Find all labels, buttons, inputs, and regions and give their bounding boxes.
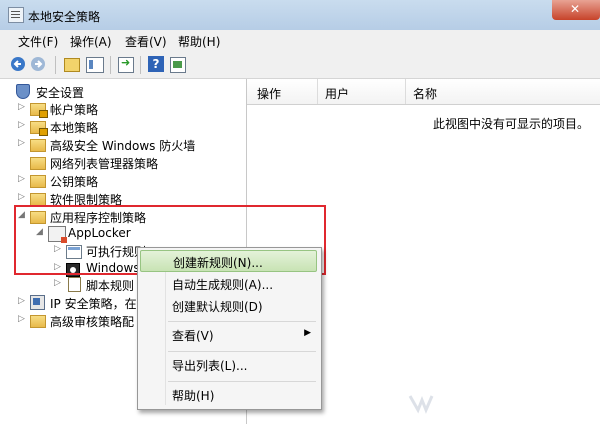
menu-separator — [168, 351, 316, 352]
security-policy-app-icon — [8, 7, 24, 23]
security-settings-icon — [16, 84, 30, 99]
submenu-arrow-icon: ▶ — [304, 328, 311, 338]
forward-arrow-icon[interactable] — [30, 56, 46, 72]
menu-help[interactable]: 帮助(H) — [178, 33, 220, 50]
script-rules-icon — [68, 277, 81, 292]
ip-security-icon — [30, 295, 45, 310]
expand-arrow-icon[interactable]: ▷ — [18, 138, 28, 148]
up-folder-icon[interactable] — [64, 58, 80, 72]
window-title: 本地安全策略 — [28, 10, 101, 24]
back-arrow-icon[interactable] — [10, 56, 26, 72]
toolbar-separator — [55, 56, 56, 74]
toolbar-separator — [140, 56, 141, 74]
expand-arrow-icon[interactable]: ▷ — [18, 120, 28, 130]
menu-item-help[interactable]: 帮助(H) — [140, 384, 317, 406]
title-bar: 本地安全策略 — [0, 0, 600, 30]
list-header: 操作 用户 名称 — [247, 79, 600, 105]
folder-icon — [30, 121, 48, 136]
folder-icon — [30, 157, 46, 170]
column-header-name[interactable]: 名称 — [413, 85, 437, 102]
expand-arrow-icon[interactable]: ▷ — [18, 296, 28, 306]
menu-item-view[interactable]: 查看(V) ▶ — [140, 324, 317, 346]
toolbar-separator — [110, 56, 111, 74]
menu-separator — [168, 381, 316, 382]
folder-icon — [30, 175, 46, 188]
menu-action[interactable]: 操作(A) — [70, 33, 112, 50]
close-button[interactable] — [552, 0, 600, 20]
empty-list-message: 此视图中没有可显示的项目。 — [433, 117, 590, 131]
menu-item-create-new-rule[interactable]: 创建新规则(N)... — [140, 250, 317, 272]
menu-item-auto-generate-rules[interactable]: 自动生成规则(A)... — [140, 273, 317, 295]
watermark-logo — [408, 395, 434, 414]
expand-arrow-icon[interactable]: ▷ — [18, 174, 28, 184]
column-divider[interactable] — [405, 79, 406, 104]
show-hide-tree-icon[interactable] — [86, 57, 104, 73]
column-header-action[interactable]: 操作 — [257, 85, 281, 102]
folder-icon — [30, 139, 46, 152]
menu-view[interactable]: 查看(V) — [125, 33, 167, 50]
menu-item-create-default-rules[interactable]: 创建默认规则(D) — [140, 295, 317, 317]
column-divider[interactable] — [317, 79, 318, 104]
expand-arrow-icon[interactable]: ▷ — [18, 192, 28, 202]
menu-bar: 文件(F) 操作(A) 查看(V) 帮助(H) — [0, 30, 600, 50]
toolbar: ? — [0, 50, 600, 79]
menu-item-export-list[interactable]: 导出列表(L)... — [140, 354, 317, 376]
folder-icon — [30, 315, 46, 328]
expand-arrow-icon[interactable]: ▷ — [18, 314, 28, 324]
export-list-icon[interactable] — [118, 56, 134, 73]
expand-arrow-icon[interactable]: ▷ — [18, 102, 28, 112]
folder-icon — [30, 103, 48, 118]
properties-icon[interactable] — [170, 57, 186, 73]
menu-file[interactable]: 文件(F) — [18, 33, 58, 50]
expand-arrow-icon[interactable]: ▷ — [54, 278, 64, 288]
column-header-user[interactable]: 用户 — [325, 85, 349, 102]
menu-separator — [168, 321, 316, 322]
context-menu: 创建新规则(N)... 自动生成规则(A)... 创建默认规则(D) 查看(V)… — [137, 247, 322, 410]
help-icon[interactable]: ? — [148, 56, 164, 72]
